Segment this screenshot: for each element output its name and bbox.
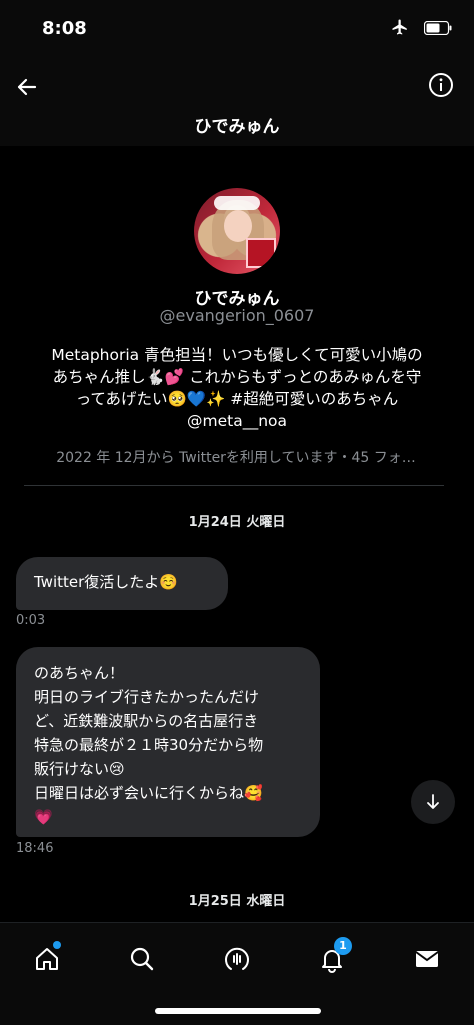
nav-home[interactable] — [27, 939, 67, 979]
nav-search[interactable] — [122, 939, 162, 979]
home-indicator — [155, 1008, 321, 1014]
profile-meta: 2022 年 12月から Twitterを利用しています・45 フォ… — [56, 450, 416, 466]
bio-line: あちゃん推し🐇💕 これからもずっとのあみゅんを守 — [52, 368, 422, 386]
spaces-icon — [225, 947, 249, 970]
nav-spaces[interactable] — [217, 939, 257, 979]
battery-icon — [423, 20, 452, 39]
notification-badge: 1 — [334, 937, 352, 955]
bio-line: Metaphoria 青色担当！いつも優しくて可愛い小鳩の — [51, 346, 423, 364]
nav-notifications[interactable]: 1 — [312, 937, 352, 979]
back-button[interactable] — [10, 70, 44, 104]
status-icons — [390, 18, 452, 40]
home-unread-dot — [53, 941, 61, 949]
arrow-left-icon — [17, 78, 37, 96]
scroll-to-bottom-button[interactable] — [411, 780, 455, 824]
message-bubble[interactable]: Twitter復活したよ☺️ — [16, 557, 228, 610]
bio-mention-link[interactable]: @meta__noa — [24, 410, 450, 432]
info-icon — [429, 73, 453, 97]
bio-line: ってあげたい🥺💙✨ #超絶可愛いのあちゃん — [75, 390, 399, 408]
messages-icon — [415, 951, 439, 967]
home-icon — [36, 948, 58, 970]
status-bar: 8:08 — [0, 0, 474, 60]
airplane-icon — [390, 18, 410, 40]
message-bubble[interactable]: のあちゃん！ 明日のライブ行きたかったんだけ ど、近鉄難波駅からの名古屋行き 特… — [16, 647, 320, 837]
message-time: 18:46 — [16, 841, 54, 856]
profile-handle[interactable]: @evangerion_0607 — [0, 306, 474, 325]
profile-bio: Metaphoria 青色担当！いつも優しくて可愛い小鳩の あちゃん推し🐇💕 こ… — [24, 344, 450, 432]
status-time: 8:08 — [42, 18, 87, 39]
avatar[interactable] — [194, 188, 280, 274]
header-title: ひでみゅん — [194, 117, 280, 137]
message-time: 0:03 — [16, 613, 46, 628]
date-separator: 1月25日 水曜日 — [188, 894, 286, 909]
arrow-down-icon — [427, 794, 439, 809]
search-icon — [130, 947, 154, 971]
info-button[interactable] — [426, 70, 456, 100]
conversation-header: ひでみゅん — [0, 60, 474, 146]
date-separator: 1月24日 火曜日 — [188, 515, 286, 530]
nav-messages[interactable] — [407, 939, 447, 979]
divider — [24, 485, 444, 486]
